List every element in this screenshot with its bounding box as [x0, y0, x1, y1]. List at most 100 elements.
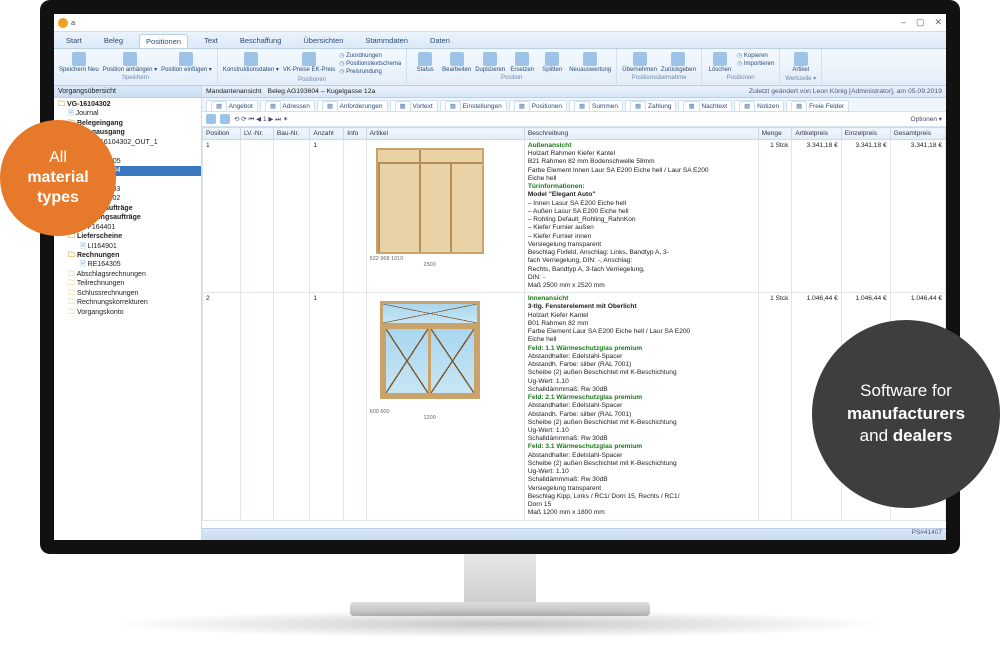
doc-tab-summen[interactable]: ▦ Summen	[569, 100, 623, 111]
ribbon-button[interactable]: Neuauswertung	[569, 52, 611, 73]
column-header[interactable]: Einzelpreis	[841, 128, 890, 140]
menu-tab-positionen[interactable]: Positionen	[139, 34, 188, 48]
column-header[interactable]: Menge	[758, 128, 792, 140]
ribbon-button-label: Ersetzen	[510, 67, 534, 73]
folder-icon: 🗀	[68, 309, 77, 316]
tree-node[interactable]: 🗀 VG-16104302	[54, 100, 201, 109]
ribbon-button[interactable]: Splitten	[539, 52, 565, 73]
menu-tab-daten[interactable]: Daten	[424, 34, 456, 48]
doc-tab-positionen[interactable]: ▦ Positionen	[509, 100, 567, 111]
window-maximize-button[interactable]: ▢	[916, 17, 925, 28]
cell: 2	[203, 293, 241, 520]
ribbon-button[interactable]: Artikel	[788, 52, 814, 73]
document-icon: 🗎	[80, 261, 88, 268]
ribbon-list-item[interactable]: Positionstextschema	[339, 60, 401, 67]
menu-tab-start[interactable]: Start	[60, 34, 88, 48]
cell	[344, 140, 366, 293]
tree-node[interactable]: 🗀 Vorgangskonto	[54, 308, 201, 317]
ribbon-group: Speichern NeuPosition anhängen ▾Position…	[54, 49, 218, 85]
ribbon-button[interactable]: Übernehmen	[622, 52, 657, 73]
record-navigator[interactable]: ⟲ ⟳ ⏮ ◀ 1 ▶ ⏭ ✶	[234, 115, 288, 124]
ribbon-icon	[583, 52, 597, 66]
ribbon-group: ÜbernehmenZurückgeben Positionsübernahme	[617, 49, 702, 85]
column-header[interactable]: Anzahl	[310, 128, 344, 140]
cell: 1	[310, 293, 344, 520]
ribbon-group-caption: Positionsübernahme	[632, 75, 687, 81]
ribbon-button[interactable]: Konstruktionsdaten ▾	[223, 52, 279, 75]
ribbon-icon	[794, 52, 808, 66]
tree-node[interactable]: 🗀 Abschlagsrechnungen	[54, 270, 201, 279]
ribbon-list-item[interactable]: Importieren	[737, 60, 774, 67]
cell	[240, 293, 273, 520]
column-header[interactable]: LV.-Nr.	[240, 128, 273, 140]
column-header[interactable]: Artikel	[366, 128, 524, 140]
tree-node[interactable]: 🗎 RE164305	[54, 260, 201, 269]
badge-left-line1: All	[49, 148, 67, 168]
menu-tab-text[interactable]: Text	[198, 34, 224, 48]
cell-description: Innenansicht3-tlg. Fensterelement mit Ob…	[524, 293, 758, 520]
tree-node[interactable]: 🗀 Rechnungen	[54, 251, 201, 260]
ribbon-button[interactable]: Status	[412, 52, 438, 73]
ribbon-group: Status Bearbeiten Duplizieren Ersetzen Split…	[407, 49, 617, 85]
tree-node[interactable]: 🗀 Rechnungskorrekturen	[54, 298, 201, 307]
ribbon-button[interactable]: Bearbeiten	[442, 52, 471, 73]
ribbon-button[interactable]: Duplizieren	[475, 52, 505, 73]
tree-node-label: Lieferscheine	[77, 233, 122, 240]
cell-menge: 1 Stck	[758, 140, 792, 293]
ribbon-button[interactable]: Position einfügen ▾	[161, 52, 212, 73]
doc-tab-adressen[interactable]: ▦ Adressen	[260, 100, 315, 111]
ribbon-button[interactable]: Ersetzen	[509, 52, 535, 73]
last-modified-label: Zuletzt geändert von Leon König [Adminis…	[749, 88, 942, 95]
cell-gesamtpreis: 3.341,18 €	[890, 140, 945, 293]
monitor-shadow	[110, 610, 890, 638]
doc-tab-anforderungen[interactable]: ▦ Anforderungen	[317, 100, 388, 111]
ribbon-list-item[interactable]: Zuordnungen	[339, 52, 401, 59]
ribbon-list-item[interactable]: Preisrundung	[339, 68, 401, 75]
tool-icon[interactable]	[220, 114, 230, 124]
column-header[interactable]: Info	[344, 128, 366, 140]
ribbon-button[interactable]: Position anhängen ▾	[103, 52, 157, 73]
ribbon-button[interactable]: Speichern Neu	[59, 52, 99, 73]
tree-node-label: Teilrechnungen	[77, 280, 124, 287]
tool-icon[interactable]	[206, 114, 216, 124]
menu-tab-übersichten[interactable]: Übersichten	[297, 34, 349, 48]
cell-einzelpreis: 3.341,18 €	[841, 140, 890, 293]
doc-tab-vortext[interactable]: ▦ Vortext	[390, 100, 438, 111]
tree-node[interactable]: 🗀 Teilrechnungen	[54, 279, 201, 288]
tree-node[interactable]: 🗀 Lieferscheine	[54, 232, 201, 241]
options-dropdown[interactable]: Optionen ▾	[911, 115, 942, 123]
column-header[interactable]: Position	[203, 128, 241, 140]
window-minimize-button[interactable]: –	[901, 17, 906, 28]
doc-tab-zahlung[interactable]: ▦ Zahlung	[625, 100, 676, 111]
menu-tab-stammdaten[interactable]: Stammdaten	[359, 34, 414, 48]
tree-node[interactable]: 🗀 Schlussrechnungen	[54, 289, 201, 298]
doc-tab-notizen[interactable]: ▦ Notizen	[734, 100, 784, 111]
ribbon-icon	[515, 52, 529, 66]
tree-node[interactable]: 🗎 LI164901	[54, 242, 201, 251]
column-header[interactable]: Gesamtpreis	[890, 128, 945, 140]
doc-tab-einstellungen[interactable]: ▦ Einstellungen	[440, 100, 507, 111]
monitor-stand-neck	[464, 554, 536, 602]
menu-tab-beleg[interactable]: Beleg	[98, 34, 129, 48]
ribbon-button-label: Splitten	[542, 67, 562, 73]
ribbon-button[interactable]: VK-Preise EK-Preis	[283, 52, 335, 75]
tree-node[interactable]: 🗎 Journal	[54, 109, 201, 118]
doc-tab-nachtext[interactable]: ▦ Nachtext	[678, 100, 732, 111]
column-header[interactable]: Bau-Nr.	[273, 128, 310, 140]
column-header[interactable]: Beschreibung	[524, 128, 758, 140]
menu-tab-beschaffung[interactable]: Beschaffung	[234, 34, 288, 48]
folder-icon: 🗀	[68, 299, 77, 306]
app-icon	[58, 18, 68, 28]
ribbon-icon	[633, 52, 647, 66]
ribbon-icon	[302, 52, 316, 66]
window-close-button[interactable]: ✕	[934, 17, 942, 28]
table-row[interactable]: 11522 968 10102500AußenansichtHolzart Ra…	[203, 140, 946, 293]
tree-node-label: VG-16104302	[67, 101, 111, 108]
doc-tab-freie felder[interactable]: ▦ Freie Felder	[786, 100, 849, 111]
ribbon-button[interactable]: Zurückgeben	[661, 52, 696, 73]
doc-tab-angebot[interactable]: ▦ Angebot	[206, 100, 258, 111]
column-header[interactable]: Artikelpreis	[792, 128, 841, 140]
ribbon-list-item[interactable]: Kopieren	[737, 52, 774, 59]
ribbon-button-label: Bearbeiten	[442, 67, 471, 73]
ribbon-button[interactable]: Löschen	[707, 52, 733, 73]
